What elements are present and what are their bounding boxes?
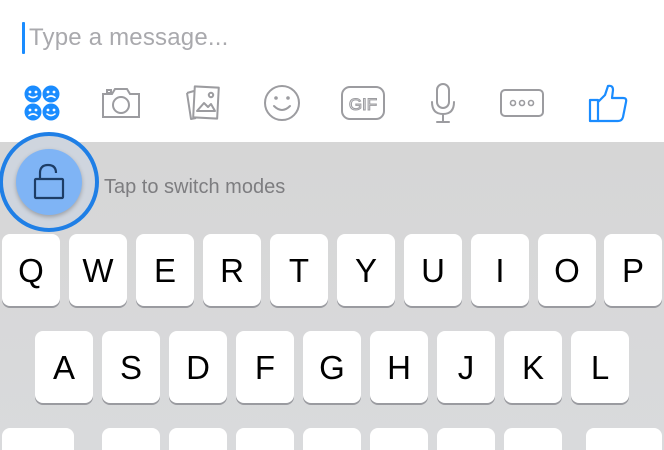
text-caret: [22, 22, 25, 54]
shift-key[interactable]: [2, 428, 74, 450]
key-v[interactable]: [303, 428, 361, 450]
key-u[interactable]: U: [404, 234, 462, 306]
key-j[interactable]: J: [437, 331, 495, 403]
key-g[interactable]: G: [303, 331, 361, 403]
mode-hint: Tap to switch modes: [104, 176, 286, 198]
message-input[interactable]: Type a message...: [22, 20, 622, 56]
emoji-faces-icon: [24, 85, 60, 121]
key-e[interactable]: E: [136, 234, 194, 306]
mode-switch-inner: [16, 149, 82, 215]
composer-toolbar: GIF: [0, 78, 664, 128]
key-t[interactable]: T: [270, 234, 328, 306]
key-k[interactable]: K: [504, 331, 562, 403]
camera-button[interactable]: [96, 78, 146, 128]
key-y[interactable]: Y: [337, 234, 395, 306]
app-root: Type a message... GIF Tap to switch mode…: [0, 0, 664, 450]
smiley-icon: [264, 85, 300, 121]
key-p[interactable]: P: [604, 234, 662, 306]
key-x[interactable]: [169, 428, 227, 450]
photo-gallery-icon: [186, 85, 220, 120]
key-r[interactable]: R: [203, 234, 261, 306]
microphone-icon: [431, 83, 455, 123]
backspace-key[interactable]: [586, 428, 662, 450]
camera-icon: [102, 88, 140, 118]
key-o[interactable]: O: [538, 234, 596, 306]
key-i[interactable]: I: [471, 234, 529, 306]
more-icon: [500, 89, 544, 117]
key-m[interactable]: [504, 428, 562, 450]
gif-button[interactable]: GIF: [338, 78, 388, 128]
key-w[interactable]: W: [69, 234, 127, 306]
unlock-icon: [33, 163, 65, 200]
more-button[interactable]: [497, 78, 547, 128]
message-composer: Type a message... GIF: [0, 0, 664, 142]
gallery-button[interactable]: [177, 78, 227, 128]
smiley-button[interactable]: [257, 78, 307, 128]
key-l[interactable]: L: [571, 331, 629, 403]
like-button[interactable]: [583, 78, 633, 128]
emoji-faces-button[interactable]: [17, 78, 67, 128]
key-n[interactable]: [437, 428, 495, 450]
thumbs-up-icon: [588, 84, 628, 123]
key-d[interactable]: D: [169, 331, 227, 403]
key-h[interactable]: H: [370, 331, 428, 403]
key-c[interactable]: [236, 428, 294, 450]
key-a[interactable]: A: [35, 331, 93, 403]
key-s[interactable]: S: [102, 331, 160, 403]
message-placeholder: Type a message...: [29, 24, 229, 51]
key-f[interactable]: F: [236, 331, 294, 403]
gif-icon: GIF: [341, 86, 385, 120]
mode-switch-button[interactable]: [0, 132, 99, 232]
microphone-button[interactable]: [418, 78, 468, 128]
key-q[interactable]: Q: [2, 234, 60, 306]
key-z[interactable]: [102, 428, 160, 450]
key-b[interactable]: [370, 428, 428, 450]
gif-label: GIF: [349, 95, 377, 114]
